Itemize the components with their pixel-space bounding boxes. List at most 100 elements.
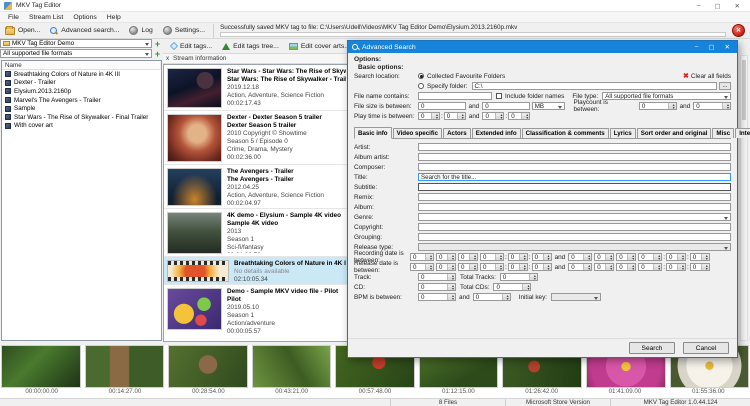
- recording-date-stepper[interactable]: 0: [689, 253, 710, 261]
- genre-select[interactable]: [418, 213, 731, 221]
- advanced-search-button[interactable]: Advanced search...: [45, 24, 124, 38]
- bpm-min-stepper[interactable]: 0: [418, 293, 456, 301]
- minimize-button[interactable]: –: [697, 2, 701, 10]
- clear-all-fields-button[interactable]: ✖ Clear all fields: [683, 72, 731, 81]
- dialog-minimize-button[interactable]: –: [695, 43, 699, 51]
- stream-item[interactable]: The Avengers - Trailer The Avengers - Tr…: [164, 165, 349, 209]
- recording-date-stepper[interactable]: 0: [594, 253, 615, 261]
- browse-button[interactable]: ...: [719, 82, 731, 90]
- format-select[interactable]: All supported file formats: [0, 49, 152, 58]
- artist-input[interactable]: [418, 143, 731, 151]
- recording-date-stepper[interactable]: 0: [568, 253, 593, 261]
- radio-specify-folder[interactable]: [418, 83, 424, 89]
- scrollbar[interactable]: [740, 55, 748, 341]
- stream-close-button[interactable]: x: [166, 55, 169, 62]
- radio-collected-folders[interactable]: [418, 73, 424, 79]
- timeline-thumbnail[interactable]: [168, 345, 248, 388]
- menu-options[interactable]: Options: [68, 14, 101, 21]
- copyright-input[interactable]: [418, 223, 731, 231]
- scrollbar-thumb[interactable]: [742, 60, 746, 120]
- tab-basic-info[interactable]: Basic info: [354, 127, 392, 139]
- recording-date-stepper[interactable]: 0: [458, 253, 478, 261]
- playcount-min-stepper[interactable]: 0: [638, 102, 677, 110]
- log-button[interactable]: Log: [124, 24, 157, 38]
- file-list-header[interactable]: Name: [2, 61, 161, 70]
- release-date-stepper[interactable]: 0: [594, 263, 615, 271]
- dialog-maximize-button[interactable]: ▢: [708, 43, 714, 51]
- cd-stepper[interactable]: 0: [418, 283, 456, 291]
- edit-cover-arts-button[interactable]: Edit cover arts...: [285, 40, 354, 53]
- open-button[interactable]: Open...: [0, 24, 45, 38]
- include-folder-names-checkbox[interactable]: [496, 93, 502, 99]
- add-format-button[interactable]: +: [152, 49, 163, 59]
- settings-button[interactable]: Settings...: [158, 24, 210, 38]
- recording-date-stepper[interactable]: 0: [436, 253, 456, 261]
- menu-help[interactable]: Help: [102, 14, 126, 21]
- release-date-stepper[interactable]: 0: [436, 263, 456, 271]
- stream-item-selected[interactable]: Breathtaking Colors of Nature in 4K III …: [164, 257, 349, 285]
- close-button[interactable]: ✕: [735, 2, 740, 10]
- tab-extended-info[interactable]: Extended info: [471, 128, 521, 138]
- release-date-stepper[interactable]: 0: [480, 263, 504, 271]
- release-date-stepper[interactable]: 0: [666, 263, 687, 271]
- initial-key-select[interactable]: [551, 293, 602, 301]
- release-date-stepper[interactable]: 0: [638, 263, 663, 271]
- release-date-stepper[interactable]: 0: [410, 263, 434, 271]
- subtitle-input[interactable]: [418, 183, 731, 191]
- recording-date-stepper[interactable]: 0: [507, 253, 528, 261]
- stream-item[interactable]: 4K demo - Elysium - Sample 4K video Samp…: [164, 209, 349, 257]
- file-name-input[interactable]: [418, 92, 492, 100]
- playtime-min-m-stepper[interactable]: 0: [443, 112, 466, 120]
- file-list-item[interactable]: Star Wars - The Rise of Skywalker - Fina…: [2, 113, 161, 122]
- stream-item[interactable]: Demo - Sample MKV video file - Pilot Pil…: [164, 285, 349, 339]
- file-list-item[interactable]: Breathtaking Colors of Nature in 4K III: [2, 70, 161, 79]
- recording-date-stepper[interactable]: 0: [531, 253, 552, 261]
- file-list-item[interactable]: With cover art: [2, 122, 161, 131]
- file-list-item[interactable]: Elysium.2013.2160p: [2, 87, 161, 96]
- tab-misc[interactable]: Misc: [712, 128, 735, 138]
- radio-collected-label[interactable]: Collected Favourite Folders: [427, 73, 505, 80]
- tab-classification[interactable]: Classification & comments: [521, 128, 609, 138]
- playtime-max-m-stepper[interactable]: 0: [508, 112, 531, 120]
- release-date-stepper[interactable]: 0: [531, 263, 552, 271]
- file-type-select[interactable]: All supported file formats: [602, 92, 731, 100]
- album-input[interactable]: [418, 203, 731, 211]
- size-unit-select[interactable]: MB: [531, 102, 566, 110]
- remix-input[interactable]: [418, 193, 731, 201]
- composer-input[interactable]: [418, 163, 731, 171]
- total-tracks-stepper[interactable]: 0: [499, 273, 538, 281]
- file-size-min-input[interactable]: 0: [418, 102, 466, 110]
- recording-date-stepper[interactable]: 0: [410, 253, 434, 261]
- release-type-select[interactable]: [418, 243, 731, 251]
- timeline-thumbnail[interactable]: [251, 345, 332, 388]
- total-cds-stepper[interactable]: 0: [493, 283, 532, 291]
- album-artist-input[interactable]: [418, 153, 731, 161]
- specify-folder-input[interactable]: C:\: [471, 82, 717, 90]
- folder-select[interactable]: MKV Tag Editor Demo: [0, 39, 152, 48]
- dialog-close-button[interactable]: ✕: [725, 43, 730, 51]
- recording-date-stepper[interactable]: 0: [480, 253, 504, 261]
- release-date-stepper[interactable]: 0: [616, 263, 637, 271]
- bpm-max-stepper[interactable]: 0: [472, 293, 511, 301]
- playtime-min-h-stepper[interactable]: 0: [418, 112, 440, 120]
- release-date-stepper[interactable]: 0: [568, 263, 593, 271]
- cancel-button[interactable]: Cancel: [683, 342, 729, 354]
- file-list-item[interactable]: Marvel's The Avengers - Trailer: [2, 96, 161, 105]
- stream-item[interactable]: Dexter - Dexter Season 5 trailer Dexter …: [164, 111, 349, 165]
- timeline-thumbnail[interactable]: [84, 345, 165, 388]
- add-folder-button[interactable]: +: [152, 39, 163, 49]
- file-size-max-input[interactable]: 0: [482, 102, 530, 110]
- radio-specify-label[interactable]: Specify folder:: [427, 83, 468, 90]
- tab-lyrics[interactable]: Lyrics: [609, 128, 636, 138]
- title-input[interactable]: Search for the title...: [418, 173, 731, 181]
- recording-date-stepper[interactable]: 0: [638, 253, 663, 261]
- search-button[interactable]: Search: [629, 342, 675, 354]
- file-list-item[interactable]: Sample: [2, 104, 161, 113]
- release-date-stepper[interactable]: 0: [689, 263, 710, 271]
- track-stepper[interactable]: 0: [418, 273, 456, 281]
- edit-tags-button[interactable]: Edit tags...: [167, 40, 216, 53]
- grouping-input[interactable]: [418, 233, 731, 241]
- release-date-stepper[interactable]: 0: [507, 263, 528, 271]
- stream-item[interactable]: Star Wars - Star Wars: The Rise of Skywa…: [164, 65, 349, 111]
- tab-internet-links[interactable]: Internet links and radio: [735, 128, 750, 138]
